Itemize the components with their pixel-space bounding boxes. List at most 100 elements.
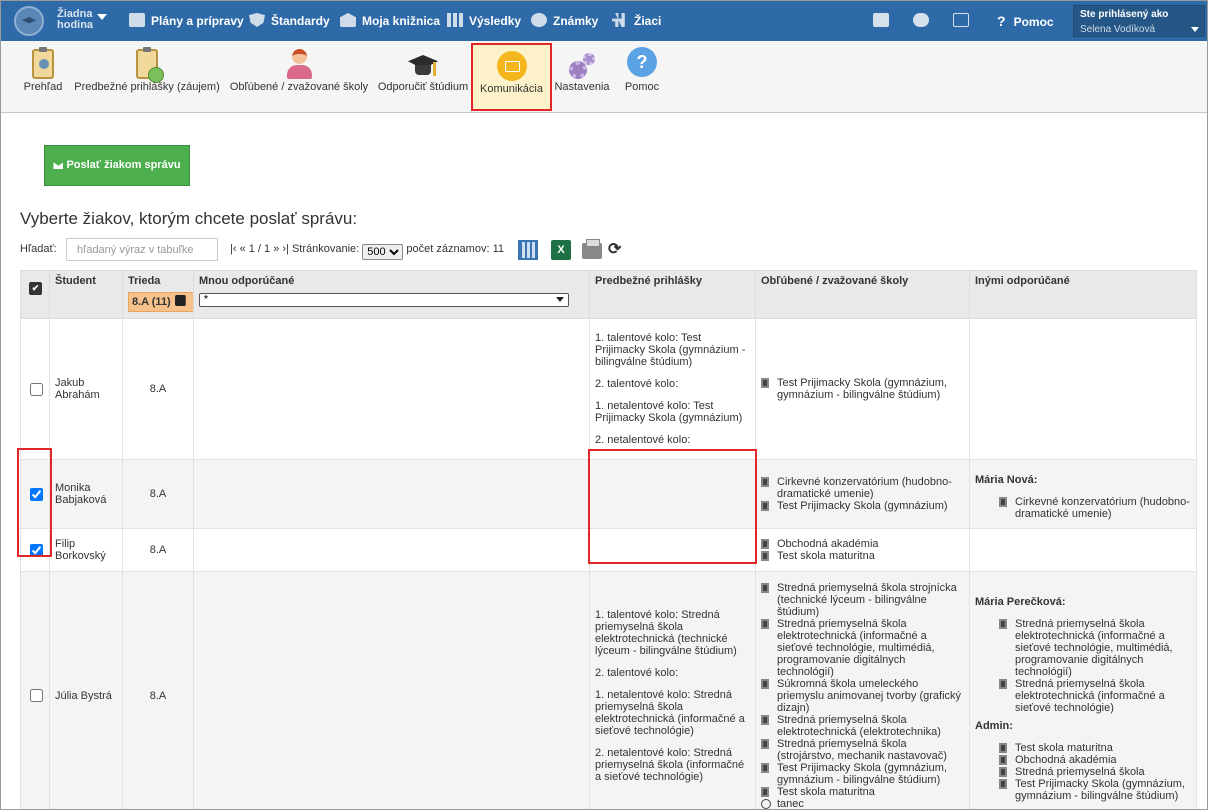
- lesson-selector[interactable]: Žiadna hodina: [57, 9, 93, 31]
- pager-nav[interactable]: |‹ « 1 / 1 » ›|: [230, 243, 289, 255]
- others-recommended-cell: [969, 318, 1197, 460]
- person-icon: [284, 49, 314, 83]
- header-inymi[interactable]: Inými odporúčané: [969, 270, 1197, 319]
- search-input[interactable]: [66, 238, 218, 261]
- nav-znamky[interactable]: Známky: [531, 13, 598, 28]
- header-prihlasky[interactable]: Predbežné prihlášky: [589, 270, 756, 319]
- school-item: Cirkevné konzervatórium (hudobno-dramati…: [761, 476, 964, 500]
- page-size-select[interactable]: 500: [362, 244, 404, 260]
- columns-icon[interactable]: [518, 240, 538, 260]
- application-item: 1. talentové kolo: Stredná priemyselná š…: [595, 608, 737, 657]
- user-menu[interactable]: Ste prihlásený ako Selena Vodíková: [1073, 5, 1205, 37]
- tab-komunikacia[interactable]: Komunikácia: [471, 43, 552, 111]
- row-select-cell: [20, 459, 50, 529]
- student-class: 8.A: [122, 571, 194, 809]
- row-checkbox[interactable]: [30, 382, 43, 396]
- applications-cell: [589, 528, 756, 572]
- table-row[interactable]: Filip Borkovský 8.A Obchodná akadémia Test …: [20, 528, 1197, 572]
- application-item: 1. talentové kolo: Test Prijimacky Skola…: [595, 332, 746, 368]
- school-item: Test Prijimacky Skola (gymnázium): [761, 500, 964, 512]
- school-item: Súkromná škola umeleckého priemyslu anim…: [761, 678, 964, 714]
- book-icon: [129, 13, 145, 27]
- nav-help-label: Pomoc: [1013, 15, 1054, 29]
- caret-down-icon[interactable]: [1191, 27, 1199, 32]
- chevron-down-icon: [174, 295, 186, 306]
- school-item: Stredná priemyselná škola elektrotechnic…: [999, 678, 1191, 714]
- class-filter-value: 8.A (11): [132, 296, 171, 308]
- school-item: Obchodná akadémia: [999, 754, 1191, 766]
- header-trieda[interactable]: Trieda 8.A (11): [122, 270, 194, 319]
- header-student[interactable]: Študent: [49, 270, 123, 319]
- refresh-icon[interactable]: ⟳: [608, 239, 622, 259]
- cast-icon[interactable]: [873, 13, 889, 27]
- tab-prehlad[interactable]: Prehľad: [19, 41, 67, 113]
- application-item: 2. netalentové kolo:: [595, 434, 691, 446]
- select-all-header: ✔: [20, 270, 50, 319]
- table-row[interactable]: Júlia Bystrá 8.A 1. talentové kolo: Stredn…: [20, 571, 1197, 809]
- mail-icon[interactable]: [953, 13, 969, 27]
- header-mnou[interactable]: Mnou odporúčané *: [193, 270, 590, 319]
- nav-vysledky-label: Výsledky: [469, 14, 522, 28]
- school-item: Test Prijimacky Skola (gymnázium, gymnáz…: [761, 762, 964, 786]
- student-name: Filip Borkovský: [49, 528, 123, 572]
- school-item: Stredná priemyselná škola elektrotechnic…: [999, 618, 1191, 678]
- app-window: { "topbar": { "lesson": ["Žiadna", "hodi…: [0, 0, 1208, 810]
- nav-ziaci[interactable]: Žiaci: [612, 13, 661, 28]
- application-item: 1. netalentové kolo: Test Prijimacky Sko…: [595, 400, 743, 424]
- nav-plany-label: Plány a prípravy: [151, 14, 244, 28]
- row-select-cell: [20, 571, 50, 809]
- nav-help[interactable]: ? Pomoc: [997, 13, 1054, 29]
- school-item: Stredná priemyselná škola: [999, 766, 1191, 778]
- tab-odporucit[interactable]: Odporučiť štúdium: [377, 41, 469, 113]
- table-row[interactable]: Jakub Abrahám 8.A 1. talentové kolo: Test …: [20, 318, 1197, 460]
- application-item: 1. netalentové kolo: Stredná priemyselná…: [595, 688, 745, 737]
- row-checkbox[interactable]: [30, 543, 43, 557]
- select-all-checkbox[interactable]: ✔: [29, 282, 42, 295]
- school-item: Test skola maturitna: [999, 742, 1191, 754]
- favourite-schools-cell: Stredná priemyselná škola strojnícka (te…: [755, 571, 970, 809]
- student-name: Jakub Abrahám: [49, 318, 123, 460]
- print-icon[interactable]: [582, 239, 602, 259]
- tab-nastavenia-label: Nastavenia: [554, 81, 610, 93]
- logo-icon[interactable]: [14, 6, 44, 36]
- recommended-filter[interactable]: *: [199, 293, 569, 307]
- row-checkbox[interactable]: [30, 689, 43, 702]
- send-message-button[interactable]: Poslať žiakom správu: [44, 145, 190, 186]
- student-name: Júlia Bystrá: [49, 571, 123, 809]
- others-recommended-cell: [969, 528, 1197, 572]
- page-heading: Vyberte žiakov, ktorým chcete poslať spr…: [20, 209, 358, 228]
- school-item: Stredná priemyselná škola elektrotechnic…: [761, 714, 964, 738]
- header-oblubene[interactable]: Obľúbené / zvažované školy: [755, 270, 970, 319]
- graduation-cap-icon: [406, 49, 440, 83]
- application-item: 2. netalentové kolo: Stredná priemyselná…: [595, 746, 745, 783]
- caret-down-icon[interactable]: [97, 14, 107, 20]
- tab-pomoc[interactable]: ? Pomoc: [621, 41, 663, 113]
- school-item: Cirkevné konzervatórium (hudobno-dramati…: [999, 496, 1191, 520]
- tab-oblubene[interactable]: Obľúbené / zvažované školy: [229, 41, 369, 113]
- recommended-list: Stredná priemyselná škola elektrotechnic…: [999, 618, 1191, 714]
- excel-icon[interactable]: X: [551, 240, 571, 260]
- nav-standardy[interactable]: Štandardy: [249, 13, 330, 28]
- row-checkbox[interactable]: [30, 487, 43, 501]
- tab-nastavenia[interactable]: Nastavenia: [553, 41, 611, 113]
- row-select-cell: [20, 528, 50, 572]
- applications-cell: 1. talentové kolo: Test Prijimacky Skola…: [589, 318, 756, 460]
- recommended-cell: [193, 459, 590, 529]
- clipboard-check-icon: [136, 47, 164, 83]
- class-filter[interactable]: 8.A (11): [128, 292, 194, 312]
- bank-icon: [340, 13, 356, 27]
- row-select-cell: [20, 318, 50, 460]
- applications-cell: 1. talentové kolo: Stredná priemyselná š…: [589, 571, 756, 809]
- school-item: Stredná priemyselná škola (strojárstvo, …: [761, 738, 964, 762]
- nav-kniznica[interactable]: Moja knižnica: [340, 13, 440, 28]
- table-row[interactable]: Monika Babjaková 8.A Cirkevné konzervatóri…: [20, 459, 1197, 529]
- chat-icon[interactable]: [913, 13, 929, 27]
- nav-plany[interactable]: Plány a prípravy: [129, 13, 244, 28]
- student-class: 8.A: [122, 528, 194, 572]
- tab-prihlasky[interactable]: Predbežné prihlášky (záujem): [73, 41, 221, 113]
- header-trieda-label: Trieda: [128, 275, 161, 287]
- recommended-cell: [193, 528, 590, 572]
- envelope-icon: [53, 161, 64, 169]
- nav-vysledky[interactable]: Výsledky: [447, 13, 521, 28]
- school-item: Test Prijimacky Skola (gymnázium, gymnáz…: [761, 377, 964, 401]
